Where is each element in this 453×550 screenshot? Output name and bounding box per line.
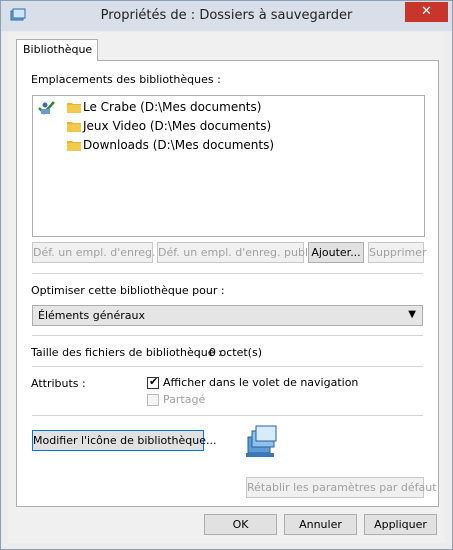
divider [32, 366, 423, 367]
set-save-location-button[interactable]: Déf. un empl. d'enreg. [32, 242, 156, 263]
library-tab-panel: Emplacements des bibliothèques : Le Crab… [16, 60, 439, 507]
tab-library[interactable]: Bibliothèque [16, 39, 98, 61]
size-label: Taille des fichiers de bibliothèque : [31, 346, 222, 359]
locations-label: Emplacements des bibliothèques : [31, 73, 221, 86]
list-item-label: Jeux Video (D:\Mes documents) [83, 119, 272, 133]
show-in-navigation-checkbox[interactable]: ✔ [147, 375, 159, 389]
properties-window: Propriétés de : Dossiers à sauvegarder ✕… [0, 0, 453, 550]
apply-button[interactable]: Appliquer [364, 514, 437, 535]
window-title: Propriétés de : Dossiers à sauvegarder [100, 8, 353, 23]
folder-icon [67, 141, 81, 151]
library-icon [246, 425, 277, 457]
attributes-label: Attributs : [31, 377, 86, 390]
dialog-client: Bibliothèque Emplacements des bibliothèq… [8, 32, 445, 543]
checkmark-icon: ✔ [149, 375, 159, 388]
divider [32, 415, 423, 416]
divider [32, 335, 423, 336]
cancel-button[interactable]: Annuler [284, 514, 357, 535]
show-in-navigation-label: Afficher dans le volet de navigation [163, 376, 359, 389]
locations-list[interactable]: Le Crabe (D:\Mes documents) Jeux Video (… [32, 95, 425, 237]
restore-defaults-button[interactable]: Rétablir les paramètres par défaut [246, 477, 437, 498]
set-public-save-location-button[interactable]: Déf. un empl. d'enreg. public [157, 242, 317, 263]
shared-label: Partagé [163, 393, 206, 406]
tab-label: Bibliothèque [23, 43, 93, 56]
chevron-down-icon: ▼ [408, 309, 416, 320]
list-item-label: Le Crabe (D:\Mes documents) [83, 100, 262, 114]
title-bar[interactable]: Propriétés de : Dossiers à sauvegarder ✕ [1, 1, 452, 31]
list-item-label: Downloads (D:\Mes documents) [83, 138, 275, 152]
remove-button[interactable]: Supprimer [368, 242, 427, 263]
ok-button[interactable]: OK [204, 514, 277, 535]
folder-icon [67, 122, 81, 132]
add-button[interactable]: Ajouter... [308, 242, 364, 263]
size-value: 0 octet(s) [209, 346, 262, 359]
divider [32, 273, 423, 274]
optimize-dropdown[interactable]: Éléments généraux ▼ [32, 305, 423, 326]
shared-checkbox[interactable] [147, 394, 159, 406]
optimize-label: Optimiser cette bibliothèque pour : [31, 284, 225, 297]
close-button[interactable]: ✕ [405, 2, 448, 22]
default-save-check-icon [38, 101, 55, 115]
optimize-selected: Éléments généraux [38, 309, 146, 322]
change-library-icon-button[interactable]: Modifier l'icône de bibliothèque... [32, 430, 217, 451]
folder-icon [67, 103, 81, 113]
